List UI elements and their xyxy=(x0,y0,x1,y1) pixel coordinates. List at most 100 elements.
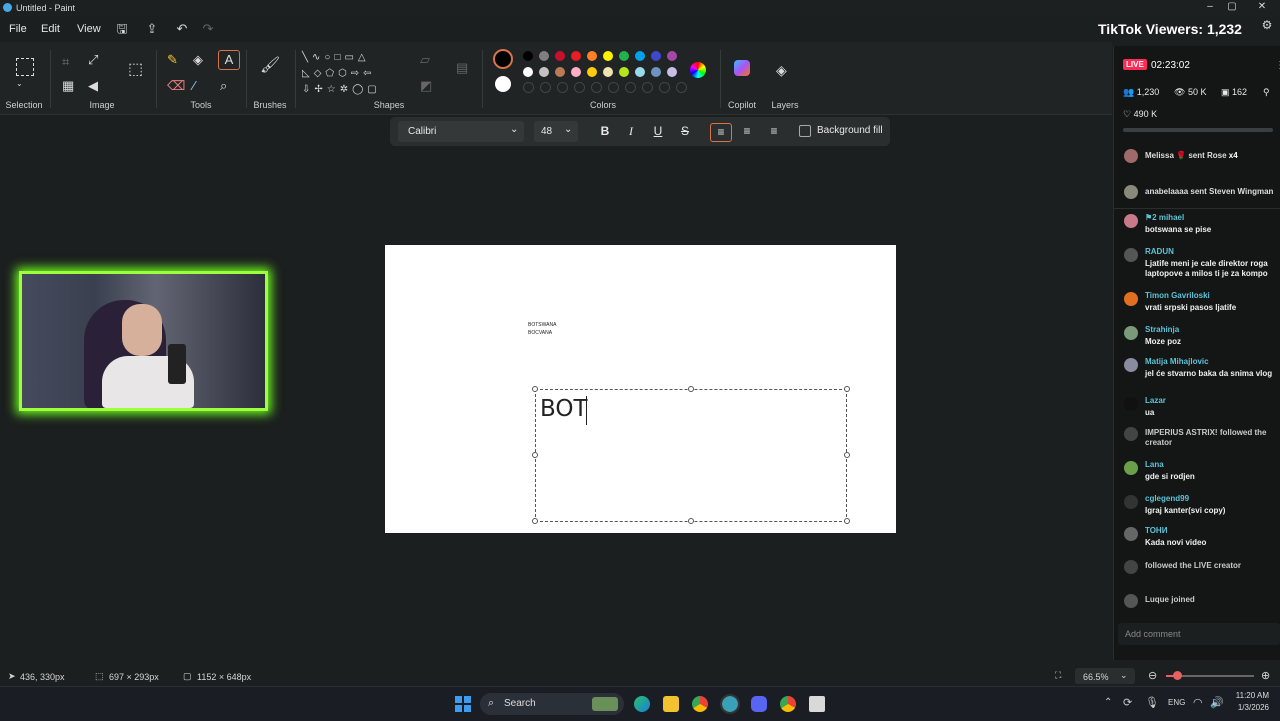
minimize-button[interactable]: – xyxy=(1200,1,1220,12)
color-swatch[interactable] xyxy=(619,67,629,77)
rotate-icon[interactable]: ◀ xyxy=(88,78,98,94)
color-swatch[interactable] xyxy=(635,51,645,61)
chat-username[interactable]: RADUN xyxy=(1145,247,1174,256)
color-swatch[interactable] xyxy=(676,82,687,93)
color-swatch[interactable] xyxy=(635,67,645,77)
color-swatch[interactable] xyxy=(523,67,533,77)
color-swatch[interactable] xyxy=(587,67,597,77)
color-swatch[interactable] xyxy=(571,67,581,77)
settings-gear-icon[interactable]: ⚙ xyxy=(1258,16,1276,34)
color-swatch[interactable] xyxy=(619,51,629,61)
align-center-button[interactable]: ≡ xyxy=(737,123,757,140)
font-family-select[interactable]: Calibri ⌄ xyxy=(398,121,524,142)
italic-button[interactable]: I xyxy=(621,123,641,140)
undo-icon[interactable]: ↶ xyxy=(173,20,191,38)
taskbar-search-box[interactable]: ⌕ Search xyxy=(480,693,624,715)
color-swatch[interactable] xyxy=(523,51,533,61)
more-options-icon[interactable]: ⋮ xyxy=(1275,60,1280,71)
magnifier-icon[interactable]: ⌕ xyxy=(220,78,227,94)
outline-icon[interactable]: ▱ xyxy=(420,52,430,68)
color-swatch[interactable] xyxy=(667,67,677,77)
color-swatch[interactable] xyxy=(651,51,661,61)
chat-username[interactable]: ⚑2 mihael xyxy=(1145,213,1184,222)
resize-handle[interactable] xyxy=(532,452,538,458)
color-swatch[interactable] xyxy=(667,51,677,61)
shape-style-icon[interactable]: ▤ xyxy=(456,60,468,76)
secondary-color[interactable] xyxy=(495,76,511,92)
crop-icon[interactable]: ⌗ xyxy=(62,54,69,70)
share-icon[interactable]: ⇪ xyxy=(143,20,161,38)
align-right-button[interactable]: ≡ xyxy=(764,123,784,140)
strikethrough-button[interactable]: S xyxy=(675,123,695,140)
notepad-icon[interactable] xyxy=(809,696,825,712)
menu-edit[interactable]: Edit xyxy=(41,23,60,35)
image-select-icon[interactable]: ⬚ xyxy=(128,62,143,78)
language-indicator[interactable]: ENG xyxy=(1168,698,1185,707)
color-swatch[interactable] xyxy=(540,82,551,93)
chevron-up-icon[interactable]: ⌃ xyxy=(1104,697,1112,708)
chat-username[interactable]: Strahinja xyxy=(1145,325,1179,334)
primary-color[interactable] xyxy=(493,49,513,69)
pencil-icon[interactable]: ✎ xyxy=(167,52,178,68)
chevron-down-icon[interactable]: ⌄ xyxy=(16,76,23,92)
chat-username[interactable]: Lazar xyxy=(1145,396,1166,405)
menu-view[interactable]: View xyxy=(77,23,101,35)
fill-bucket-icon[interactable]: ◈ xyxy=(193,52,203,68)
eraser-icon[interactable]: ⌫ xyxy=(167,78,185,94)
resize-handle[interactable] xyxy=(844,386,850,392)
maximize-button[interactable]: ▢ xyxy=(1222,1,1242,12)
wifi-icon[interactable]: ◠ xyxy=(1193,696,1203,709)
discord-icon[interactable] xyxy=(751,696,767,712)
color-swatch[interactable] xyxy=(523,82,534,93)
color-swatch[interactable] xyxy=(574,82,585,93)
resize-handle[interactable] xyxy=(532,386,538,392)
color-swatch[interactable] xyxy=(557,82,568,93)
font-size-select[interactable]: 48 ⌄ xyxy=(534,121,578,142)
microphone-icon[interactable]: 🎙 xyxy=(1145,696,1159,709)
color-swatch[interactable] xyxy=(651,67,661,77)
resize-handle[interactable] xyxy=(688,386,694,392)
windows-start-icon[interactable] xyxy=(455,696,471,712)
menu-file[interactable]: File xyxy=(9,23,27,35)
background-fill-checkbox[interactable] xyxy=(799,125,811,137)
chat-username[interactable]: ТОНИ xyxy=(1145,526,1167,535)
color-swatch[interactable] xyxy=(539,67,549,77)
color-swatch[interactable] xyxy=(555,51,565,61)
resize-handle[interactable] xyxy=(532,518,538,524)
chat-username[interactable]: Matija Mihajlovic xyxy=(1145,357,1209,366)
redo-icon[interactable]: ↷ xyxy=(199,20,217,38)
copilot-icon[interactable] xyxy=(734,60,750,76)
color-swatch[interactable] xyxy=(659,82,670,93)
color-swatch[interactable] xyxy=(603,67,613,77)
resize-handle[interactable] xyxy=(844,518,850,524)
color-swatch[interactable] xyxy=(587,51,597,61)
color-swatch[interactable] xyxy=(539,51,549,61)
chat-username[interactable]: Lana xyxy=(1145,460,1164,469)
text-tool-icon[interactable]: A xyxy=(218,50,240,70)
brush-icon[interactable]: 🖌 xyxy=(260,58,280,74)
clock-date[interactable]: 1/3/2026 xyxy=(1233,703,1269,712)
clock-time[interactable]: 11:20 AM xyxy=(1233,691,1269,700)
file-explorer-icon[interactable] xyxy=(663,696,679,712)
grid-icon[interactable]: ▦ xyxy=(62,78,74,94)
volume-icon[interactable]: 🔊 xyxy=(1210,696,1224,709)
zoom-in-icon[interactable]: ⊕ xyxy=(1261,669,1270,682)
zoom-slider-thumb[interactable] xyxy=(1173,671,1182,680)
color-swatch[interactable] xyxy=(571,51,581,61)
paint-taskbar-icon[interactable] xyxy=(720,694,740,714)
fit-to-window-icon[interactable]: ⛶ xyxy=(1055,670,1061,681)
align-left-button[interactable]: ≡ xyxy=(710,123,732,142)
bold-button[interactable]: B xyxy=(595,123,615,140)
chat-username[interactable]: cglegend99 xyxy=(1145,494,1189,503)
chat-username[interactable]: Timon Gavriloski xyxy=(1145,291,1210,300)
color-picker-icon[interactable]: ⁄ xyxy=(193,78,195,94)
close-button[interactable]: ✕ xyxy=(1252,1,1272,12)
resize-handle[interactable] xyxy=(688,518,694,524)
edge-browser-icon[interactable] xyxy=(634,696,650,712)
underline-button[interactable]: U xyxy=(648,123,668,140)
color-swatch[interactable] xyxy=(591,82,602,93)
color-swatch[interactable] xyxy=(642,82,653,93)
chrome-profile-icon[interactable] xyxy=(780,696,796,712)
fill-icon[interactable]: ◩ xyxy=(420,78,432,94)
color-swatch[interactable] xyxy=(555,67,565,77)
